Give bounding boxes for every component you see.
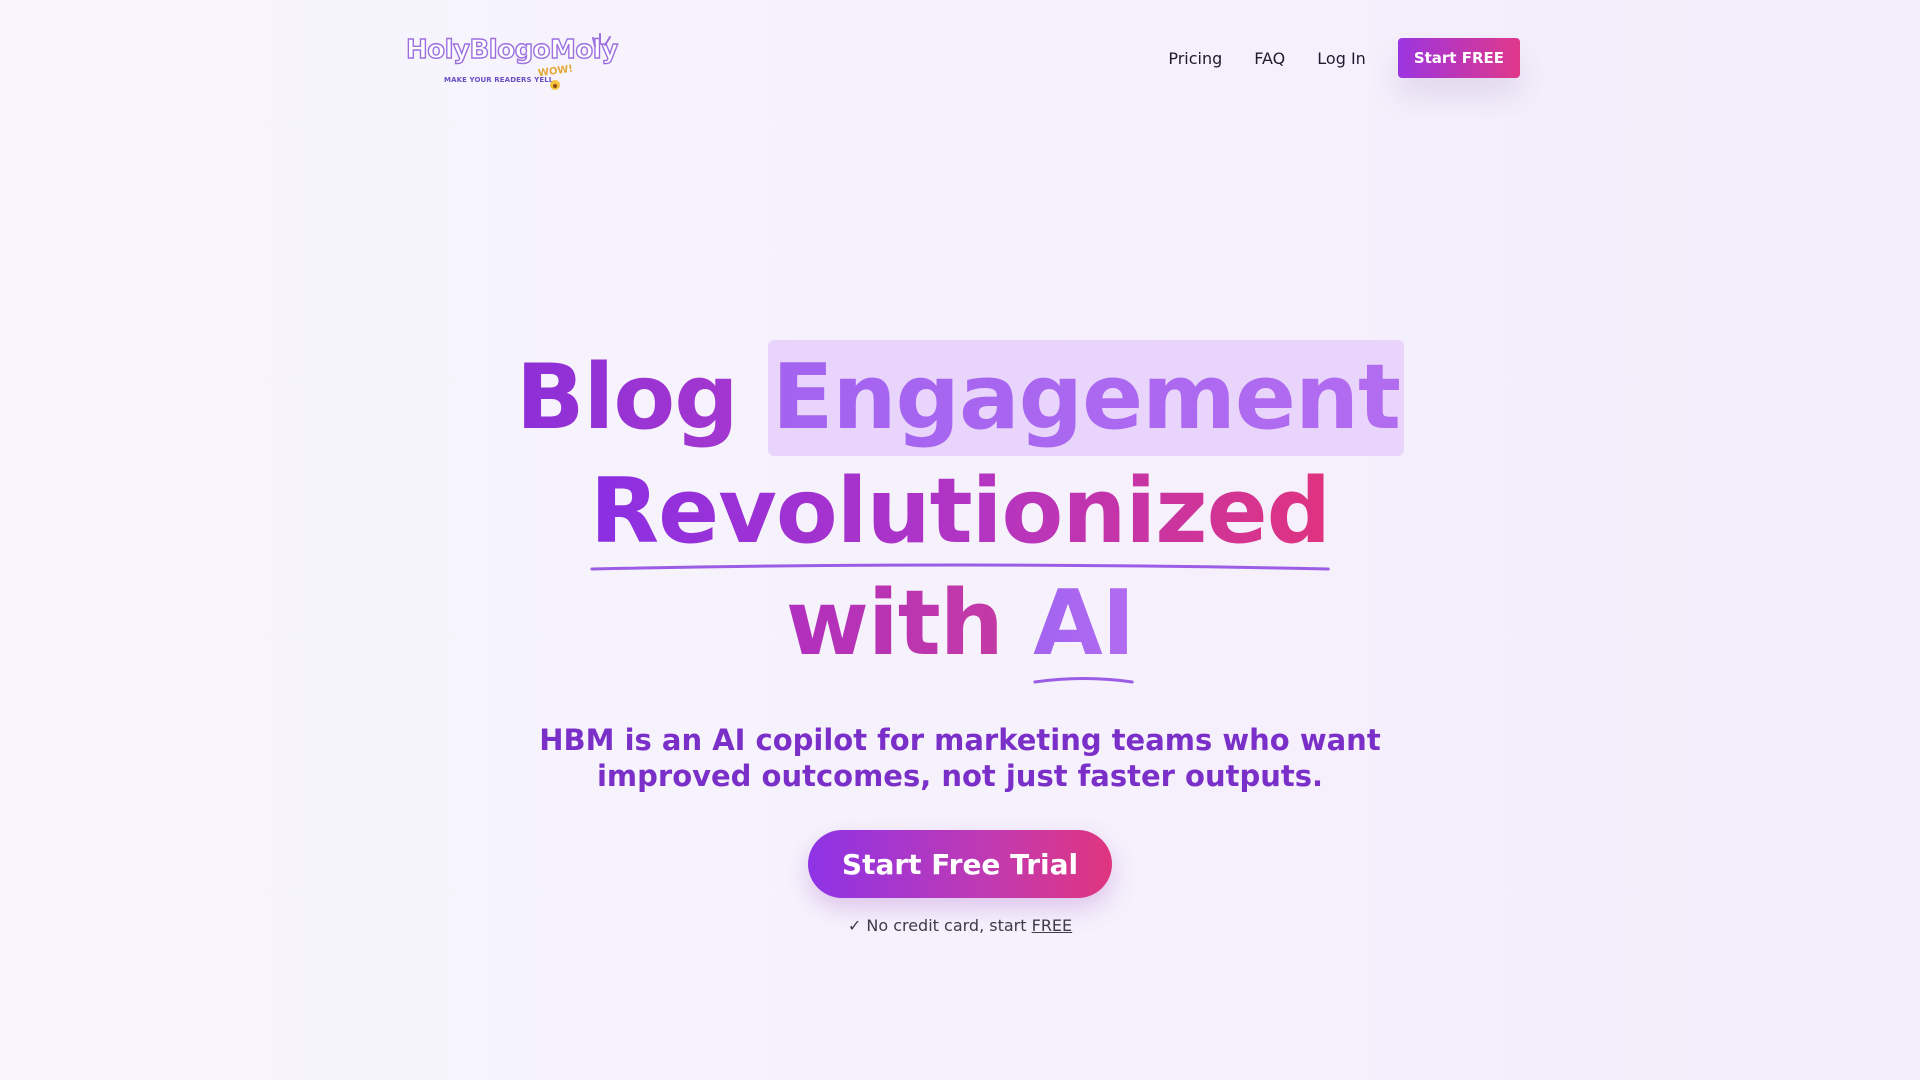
start-free-button[interactable]: Start FREE [1397,38,1520,78]
nav-link-login[interactable]: Log In [1317,49,1366,68]
check-icon: ✓ [847,916,862,935]
headline-line-3: with AI [0,568,1920,684]
headline-word-ai: AI [1033,571,1135,676]
no-credit-card-note: ✓ No credit card, start FREE [0,916,1920,935]
free-link[interactable]: FREE [1032,916,1073,935]
underline-swoosh [590,563,1330,571]
ai-underline-swoosh [1033,677,1134,684]
headline-highlight: Engagement [767,340,1405,456]
top-nav: Pricing FAQ Log In Start FREE [1168,38,1520,78]
surprised-face-icon [550,80,560,90]
nav-link-pricing[interactable]: Pricing [1168,49,1222,68]
sparkle-icon [592,33,611,47]
headline-line-1: Blog Engagement [0,340,1920,456]
hero-section: Blog Engagement Revolutionized with AI H… [0,340,1920,935]
headline-word-engagement: Engagement [771,345,1401,450]
landing-page: HolyBlogoMoly MAKE YOUR READERS YELL WOW… [0,0,1920,1080]
headline-word-blog: Blog [515,345,739,450]
logo[interactable]: HolyBlogoMoly MAKE YOUR READERS YELL WOW… [405,33,619,94]
headline-word-with: with [785,571,1004,676]
start-free-trial-button[interactable]: Start Free Trial [807,830,1113,898]
logo-tagline: MAKE YOUR READERS YELL [444,76,554,84]
hero-subheading: HBM is an AI copilot for marketing teams… [539,723,1381,793]
headline-line-2: Revolutionized [0,456,1920,571]
note-text: No credit card, start [866,916,1027,935]
logo-wordmark: HolyBlogoMoly [405,34,619,65]
hero-headline: Blog Engagement Revolutionized with AI [0,340,1920,684]
headline-underlined: Revolutionized [589,456,1331,571]
nav-link-faq[interactable]: FAQ [1254,49,1285,68]
headline-word-revolutionized: Revolutionized [589,459,1331,564]
cta-wrapper: Start Free Trial [0,830,1920,898]
headline-ai-underlined: AI [1033,568,1135,684]
